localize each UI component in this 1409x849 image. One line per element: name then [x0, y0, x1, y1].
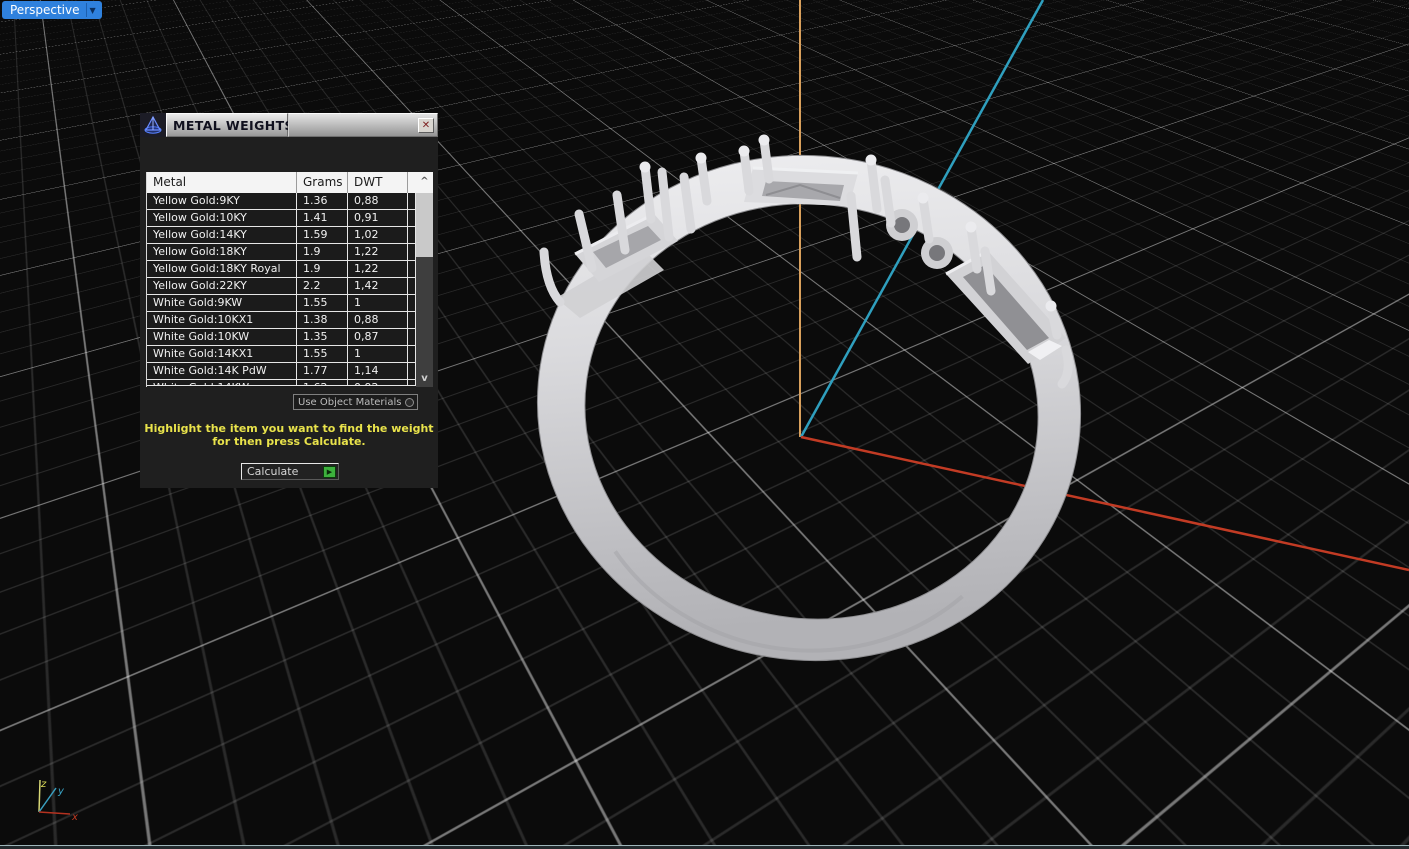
table-row[interactable]: White Gold:14KW 1.62 0,92 [147, 380, 416, 386]
cell-grams[interactable]: 1.55 [297, 295, 348, 312]
cell-grams[interactable]: 1.9 [297, 244, 348, 261]
use-object-materials-label: Use Object Materials [298, 396, 402, 408]
cell-metal[interactable]: White Gold:14KW [147, 380, 297, 386]
use-object-materials-dropdown[interactable]: Use Object Materials [293, 394, 418, 410]
cell-spacer [408, 295, 416, 312]
cell-spacer [408, 193, 416, 210]
cell-grams[interactable]: 1.55 [297, 346, 348, 363]
table-row[interactable]: White Gold:10KW 1.35 0,87 [147, 329, 416, 346]
cell-dwt[interactable]: 0,91 [348, 210, 408, 227]
ring-model [536, 134, 1082, 662]
cell-dwt[interactable]: 1,22 [348, 244, 408, 261]
viewport-title-label: Perspective [10, 3, 80, 17]
cell-grams[interactable]: 1.77 [297, 363, 348, 380]
table-row[interactable]: White Gold:14KX1 1.55 1 [147, 346, 416, 363]
table-row[interactable]: Yellow Gold:18KY Royal 1.9 1,22 [147, 261, 416, 278]
cell-dwt[interactable]: 0,88 [348, 193, 408, 210]
horizontal-axis-line [800, 435, 1409, 572]
column-header-metal: Metal [147, 172, 297, 193]
cell-spacer [408, 346, 416, 363]
cell-spacer [408, 312, 416, 329]
metal-weights-icon [140, 113, 166, 137]
cell-spacer [408, 244, 416, 261]
cell-grams[interactable]: 1.9 [297, 261, 348, 278]
cell-metal[interactable]: Yellow Gold:14KY [147, 227, 297, 244]
cell-metal[interactable]: Yellow Gold:22KY [147, 278, 297, 295]
cell-grams[interactable]: 1.41 [297, 210, 348, 227]
metal-table: Metal Grams DWT Yellow Gold:9KY 1.36 0,8… [146, 172, 433, 387]
axis-gizmo: z y x [38, 779, 78, 823]
cell-dwt[interactable]: 1 [348, 295, 408, 312]
cell-spacer [408, 227, 416, 244]
scrollbar-down-icon[interactable]: v [416, 373, 433, 387]
cell-spacer [408, 363, 416, 380]
table-row[interactable]: White Gold:14K PdW 1.77 1,14 [147, 363, 416, 380]
cell-metal[interactable]: Yellow Gold:10KY [147, 210, 297, 227]
table-row[interactable]: Yellow Gold:22KY 2.2 1,42 [147, 278, 416, 295]
calculate-label: Calculate [247, 465, 299, 478]
metal-weights-dialog: METAL WEIGHTS ✕ Library: METAL GV I User… [140, 113, 438, 488]
column-header-spacer [408, 172, 416, 193]
gizmo-z-label: z [40, 779, 47, 790]
table-scrollbar[interactable]: ^ v [416, 172, 433, 387]
cell-metal[interactable]: Yellow Gold:18KY Royal [147, 261, 297, 278]
scrollbar-thumb[interactable] [416, 193, 433, 257]
cell-metal[interactable]: White Gold:9KW [147, 295, 297, 312]
calculate-button[interactable]: Calculate ▶ [241, 463, 339, 480]
materials-radio-icon [405, 397, 414, 407]
cell-metal[interactable]: White Gold:10KX1 [147, 312, 297, 329]
cell-metal[interactable]: Yellow Gold:9KY [147, 193, 297, 210]
cell-dwt[interactable]: 1,14 [348, 363, 408, 380]
dialog-title: METAL WEIGHTS [166, 113, 294, 137]
cell-metal[interactable]: White Gold:10KW [147, 329, 297, 346]
cell-metal[interactable]: Yellow Gold:18KY [147, 244, 297, 261]
chevron-down-icon[interactable]: ▼ [85, 3, 99, 17]
table-row[interactable]: Yellow Gold:10KY 1.41 0,91 [147, 210, 416, 227]
cell-dwt[interactable]: 0,92 [348, 380, 408, 386]
window-bottom-edge [0, 845, 1409, 849]
table-header: Metal Grams DWT [147, 172, 416, 193]
cell-dwt[interactable]: 0,87 [348, 329, 408, 346]
cell-grams[interactable]: 1.38 [297, 312, 348, 329]
table-row[interactable]: Yellow Gold:18KY 1.9 1,22 [147, 244, 416, 261]
column-header-dwt: DWT [348, 172, 408, 193]
instruction-text: Highlight the item you want to find the … [144, 422, 434, 448]
cell-dwt[interactable]: 1,22 [348, 261, 408, 278]
viewport-title-button[interactable]: Perspective ▼ [2, 1, 102, 19]
column-header-grams: Grams [297, 172, 348, 193]
cell-dwt[interactable]: 1,02 [348, 227, 408, 244]
dialog-titlebar[interactable]: METAL WEIGHTS ✕ [140, 113, 438, 137]
cell-spacer [408, 278, 416, 295]
close-icon[interactable]: ✕ [418, 117, 434, 133]
cell-grams[interactable]: 1.62 [297, 380, 348, 386]
scrollbar-up-icon[interactable]: ^ [416, 172, 433, 193]
play-icon: ▶ [323, 465, 336, 478]
cell-spacer [408, 261, 416, 278]
cell-grams[interactable]: 1.59 [297, 227, 348, 244]
cell-grams[interactable]: 1.36 [297, 193, 348, 210]
cell-metal[interactable]: White Gold:14KX1 [147, 346, 297, 363]
gizmo-y-label: y [57, 786, 65, 797]
table-body: Yellow Gold:9KY 1.36 0,88 Yellow Gold:10… [147, 193, 416, 386]
table-row[interactable]: Yellow Gold:9KY 1.36 0,88 [147, 193, 416, 210]
scrollbar-track[interactable]: v [416, 257, 433, 387]
cell-grams[interactable]: 2.2 [297, 278, 348, 295]
table-row[interactable]: White Gold:9KW 1.55 1 [147, 295, 416, 312]
cell-spacer [408, 380, 416, 386]
cell-dwt[interactable]: 1 [348, 346, 408, 363]
cell-grams[interactable]: 1.35 [297, 329, 348, 346]
cell-dwt[interactable]: 0,88 [348, 312, 408, 329]
cell-spacer [408, 329, 416, 346]
table-row[interactable]: Yellow Gold:14KY 1.59 1,02 [147, 227, 416, 244]
application-window: z y x Perspective ▼ METAL WEIGHTS ✕ Libr [0, 0, 1409, 849]
cell-metal[interactable]: White Gold:14K PdW [147, 363, 297, 380]
table-row[interactable]: White Gold:10KX1 1.38 0,88 [147, 312, 416, 329]
cell-dwt[interactable]: 1,42 [348, 278, 408, 295]
cell-spacer [408, 210, 416, 227]
gizmo-x-label: x [71, 812, 78, 823]
